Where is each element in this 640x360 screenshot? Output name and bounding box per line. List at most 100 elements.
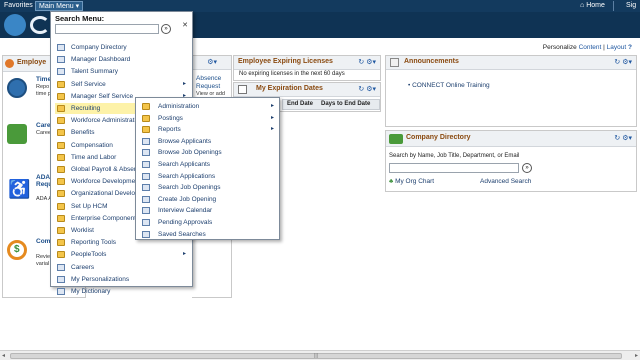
submenu-item-search-applications[interactable]: Search Applications [139, 171, 277, 182]
submenu-item-saved-searches[interactable]: Saved Searches [139, 229, 277, 240]
horizontal-scrollbar[interactable]: ◂ ||| ▸ [0, 350, 640, 360]
pagelet-controls[interactable]: ↻ ⚙▾ [358, 85, 376, 93]
menu-item-self-service[interactable]: Self Service ▸ [55, 79, 189, 90]
menu-item-peopletools[interactable]: PeopleTools ▸ [55, 249, 189, 260]
pagelet-controls[interactable]: ↻ ⚙▾ [358, 58, 376, 66]
submenu-item-label: Reports [158, 126, 181, 134]
career-gears-icon [7, 124, 27, 144]
announcement-item-label: CONNECT Online Training [412, 82, 490, 89]
submenu-item-interview-calendar[interactable]: Interview Calendar [139, 205, 277, 216]
gear-icon[interactable]: ⚙▾ [366, 86, 376, 93]
submenu-item-postings[interactable]: Postings ▸ [139, 113, 277, 124]
menu-item-careers[interactable]: Careers [55, 262, 189, 273]
personalize-content-link[interactable]: Content [579, 44, 602, 51]
company-directory-header: Company Directory ↻ ⚙▾ [386, 131, 636, 147]
pagelet-controls[interactable]: ↻ ⚙▾ [614, 134, 632, 142]
menu-item-talent-summary[interactable]: Talent Summary [55, 66, 189, 77]
announcement-item[interactable]: • CONNECT Online Training [408, 82, 490, 89]
directory-search-prompt: Search by Name, Job Title, Department, o… [389, 153, 520, 159]
search-go-icon[interactable]: » [161, 24, 171, 34]
submenu-item-reports[interactable]: Reports ▸ [139, 124, 277, 135]
folder-icon [57, 92, 65, 100]
menu-item-label: Recruiting [71, 105, 101, 112]
submenu-item-label: Search Applications [158, 172, 216, 180]
submenu-item-browse-applicants[interactable]: Browse Applicants [139, 136, 277, 147]
announcements-header: Announcements ↻ ⚙▾ [386, 56, 636, 70]
document-icon [142, 230, 150, 238]
document-icon [142, 161, 150, 168]
refresh-icon[interactable]: ↻ [358, 59, 364, 66]
personalize-separator: | [603, 44, 605, 51]
scroll-right-icon[interactable]: ▸ [635, 352, 638, 359]
org-chart-icon: ♣ [389, 178, 394, 185]
document-icon [57, 68, 65, 76]
folder-icon [57, 239, 65, 247]
gear-icon[interactable]: ⚙▾ [622, 135, 632, 142]
home-icon: ⌂ [580, 2, 585, 9]
refresh-icon[interactable]: ↻ [614, 59, 620, 66]
gear-icon[interactable]: ⚙▾ [366, 59, 376, 66]
employee-pagelet-title: Employe [17, 59, 47, 66]
recruiting-submenu: Administration ▸ Postings ▸ Reports ▸ Browse A… [135, 97, 280, 240]
submenu-item-search-job-openings[interactable]: Search Job Openings [139, 182, 277, 193]
submenu-item-create-job-opening[interactable]: Create Job Opening [139, 194, 277, 205]
folder-icon [57, 202, 65, 210]
absence-title-line2[interactable]: Request [196, 83, 220, 90]
menu-item-my-dictionary[interactable]: My Dictionary [55, 286, 189, 297]
menu-item-manager-dashboard[interactable]: Manager Dashboard [55, 54, 189, 65]
home-link[interactable]: ⌂ Home [580, 1, 605, 11]
home-label: Home [586, 2, 605, 9]
announcement-icon [390, 58, 399, 67]
folder-icon [57, 178, 65, 186]
gear-icon[interactable]: ⚙▾ [622, 59, 632, 66]
org-chart-link[interactable]: ♣ My Org Chart [389, 178, 434, 185]
folder-icon [142, 126, 150, 134]
document-icon [142, 207, 150, 215]
favorites-label: Favorites [4, 2, 33, 9]
document-icon [57, 275, 65, 283]
submenu-item-administration[interactable]: Administration ▸ [139, 101, 277, 112]
person-clock-icon [7, 78, 27, 98]
menu-item-label: Global Payroll & Absenc [71, 166, 141, 173]
personalize-layout-link[interactable]: Layout [607, 44, 627, 51]
menu-item-my-personalizations[interactable]: My Personalizations [55, 274, 189, 285]
submenu-item-search-applicants[interactable]: Search Applicants [139, 159, 277, 170]
absence-pagelet-header: ⚙▾ [192, 56, 231, 70]
expiring-licenses-message: No expiring licenses in the next 60 days [239, 71, 345, 77]
main-menu-button[interactable]: Main Menu ▾ [35, 1, 84, 11]
dollar-cycle-icon: $ [7, 240, 27, 260]
submenu-item-pending-approvals[interactable]: Pending Approvals [139, 217, 277, 228]
document-icon [142, 137, 150, 145]
signout-link[interactable]: Sig [613, 1, 636, 11]
close-icon[interactable]: ✕ [181, 22, 189, 30]
company-directory-title: Company Directory [406, 134, 471, 141]
pagelet-controls[interactable]: ↻ ⚙▾ [614, 58, 632, 66]
submenu-item-label: Create Job Opening [158, 195, 217, 203]
menu-item-label: Company Directory [71, 44, 127, 51]
scrollbar-thumb[interactable]: ||| [10, 353, 622, 359]
help-icon[interactable]: ? [628, 44, 632, 51]
folder-icon [57, 153, 65, 161]
document-icon [57, 288, 65, 295]
refresh-icon[interactable]: ↻ [358, 86, 364, 93]
submenu-item-browse-job-openings[interactable]: Browse Job Openings [139, 147, 277, 158]
gear-icon[interactable]: ⚙▾ [207, 58, 217, 66]
search-go-icon[interactable]: » [522, 163, 532, 173]
menu-search-input[interactable] [55, 24, 159, 34]
menu-item-label: Worklist [71, 227, 94, 234]
directory-search-input[interactable] [389, 163, 519, 173]
submenu-item-label: Browse Applicants [158, 137, 212, 145]
folder-icon [142, 103, 150, 110]
favorites-menu[interactable]: Favorites ▾ [4, 1, 38, 11]
submenu-item-label: Administration [158, 103, 200, 110]
folder-icon [57, 166, 65, 173]
absence-title-line1[interactable]: Absence [196, 75, 221, 82]
folder-icon [57, 129, 65, 137]
menu-item-company-directory[interactable]: Company Directory [55, 42, 189, 53]
refresh-icon[interactable]: ↻ [614, 135, 620, 142]
chevron-right-icon: ▸ [270, 126, 274, 133]
menu-item-label: My Personalizations [71, 275, 130, 283]
document-icon [142, 184, 150, 192]
scroll-left-icon[interactable]: ◂ [2, 352, 5, 359]
advanced-search-link[interactable]: Advanced Search [480, 178, 531, 185]
